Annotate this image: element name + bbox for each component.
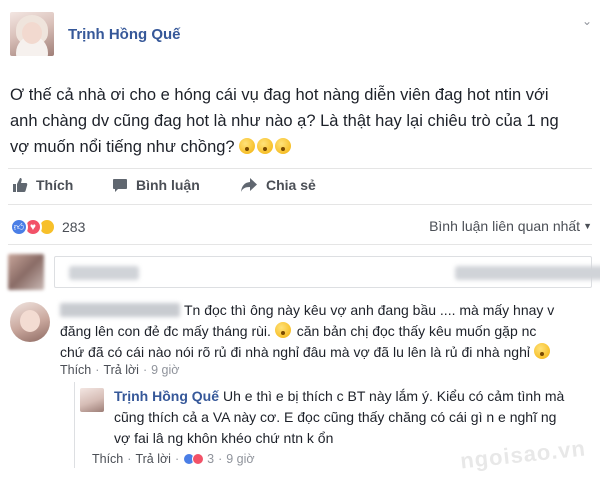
author-name[interactable]: Trịnh Hồng Quế — [68, 26, 181, 43]
comment-composer — [8, 254, 600, 290]
worried-emoji-icon — [533, 343, 550, 359]
comment-sort-dropdown[interactable]: Bình luận liên quan nhất ▼ — [429, 218, 592, 234]
comment-line-content: căn bản chị đọc thấy kêu muốn gặp nc — [296, 323, 537, 339]
sad-emoji-icon — [275, 138, 292, 154]
post-text-line: vợ muốn nổi tiếng như chồng? — [10, 134, 590, 160]
post-header: Trịnh Hồng Quế ⌄ — [8, 12, 592, 62]
chevron-down-icon[interactable]: ⌄ — [582, 14, 592, 28]
share-label: Chia sẻ — [266, 177, 316, 193]
divider — [8, 244, 592, 245]
like-label: Thích — [36, 177, 74, 193]
share-arrow-icon — [241, 178, 257, 192]
comment-like-link[interactable]: Thích — [60, 363, 91, 377]
comment-reply-link[interactable]: Trả lời — [103, 363, 139, 377]
comment-button[interactable]: Bình luận — [112, 177, 200, 193]
reply-author-name[interactable]: Trịnh Hồng Quế — [114, 388, 219, 404]
love-reaction-icon — [192, 453, 205, 465]
comment-line-content: chứ đã có cái nào nói rõ rủ đi nhà nghỉ … — [60, 344, 530, 360]
author-avatar[interactable] — [10, 12, 54, 56]
reply-meta: Thích · Trả lời · 3 · 9 giờ — [92, 452, 255, 466]
post-text: Ơ thế cả nhà ơi cho e hóng cái vụ đag ho… — [10, 82, 590, 160]
post-text-line: anh chàng dv cũng đag hot là như nào ạ? … — [10, 112, 559, 130]
comment-meta: Thích · Trả lời · 9 giờ — [60, 363, 180, 377]
comment-line: đăng lên con đẻ đc mấy tháng rùi. căn bả… — [60, 321, 596, 342]
reply-thread-line — [74, 382, 75, 468]
redacted-commenter-name — [60, 303, 180, 317]
reply-line: Trịnh Hồng Quế Uh e thì e bị thích c BT n… — [114, 386, 592, 407]
sad-emoji-icon — [239, 138, 256, 154]
thumbs-up-icon — [13, 178, 28, 192]
comment-line: chứ đã có cái nào nói rõ rủ đi nhà nghỉ … — [60, 342, 596, 363]
post-text-line-content: vợ muốn nổi tiếng như chồng? — [10, 138, 235, 156]
reaction-summary[interactable]: 👍︎ ♥ 283 — [10, 216, 85, 238]
comment-line-content: Tn đọc thì ông này kêu vợ anh đang bầu .… — [184, 302, 555, 318]
like-button[interactable]: Thích — [12, 177, 73, 193]
comment-line: Tn đọc thì ông này kêu vợ anh đang bầu .… — [60, 300, 596, 321]
comment-label: Bình luận — [136, 177, 200, 193]
reply-timestamp[interactable]: 9 giờ — [226, 452, 254, 466]
comment-line-content: đăng lên con đẻ đc mấy tháng rùi. — [60, 323, 271, 339]
divider — [8, 204, 592, 205]
comment-input[interactable] — [54, 256, 600, 288]
reaction-count: 283 — [62, 219, 86, 235]
reply-text: Trịnh Hồng Quế Uh e thì e bị thích c BT n… — [114, 386, 592, 449]
smirk-emoji-icon — [274, 322, 291, 338]
post-text-line: Ơ thế cả nhà ơi cho e hóng cái vụ đag ho… — [10, 86, 549, 104]
reply-reaction-count[interactable]: 3 — [207, 452, 214, 466]
comment-timestamp[interactable]: 9 giờ — [151, 363, 179, 377]
post-action-bar: Thích Bình luận Chia sẻ — [8, 168, 592, 204]
reply-line: cũng thích cả a VA này cơ. E đọc cũng th… — [114, 409, 557, 425]
like-reaction-icon: 👍︎ — [10, 218, 28, 236]
current-user-avatar — [8, 254, 44, 290]
comment-text: Tn đọc thì ông này kêu vợ anh đang bầu .… — [60, 300, 596, 363]
reply-reply-link[interactable]: Trả lời — [135, 452, 171, 466]
sad-emoji-icon — [257, 138, 274, 154]
caret-down-icon: ▼ — [583, 221, 592, 231]
share-button[interactable]: Chia sẻ — [240, 177, 316, 193]
sort-label: Bình luận liên quan nhất — [429, 218, 581, 234]
redacted-text — [455, 266, 600, 280]
reply-line-content: Uh e thì e bị thích c BT này lắm ý. Kiểu… — [223, 388, 565, 404]
redacted-text — [69, 266, 139, 280]
comment-bubble-icon — [113, 179, 127, 192]
commenter-avatar[interactable] — [10, 302, 50, 342]
reply-like-link[interactable]: Thích — [92, 452, 123, 466]
reply-author-avatar[interactable] — [80, 388, 104, 412]
